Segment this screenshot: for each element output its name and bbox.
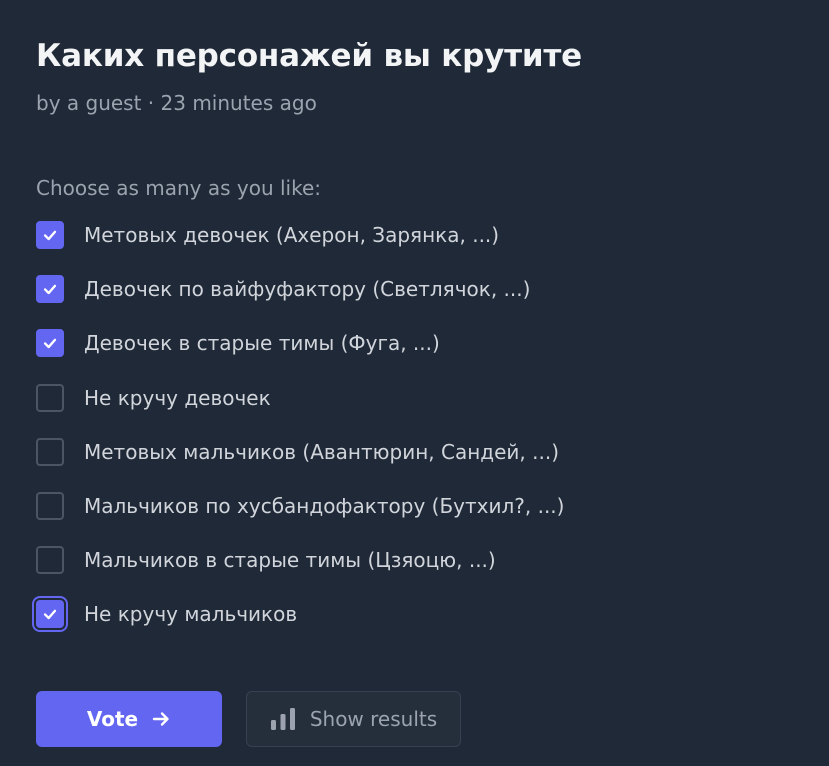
option-checkbox[interactable]	[36, 275, 64, 304]
arrow-right-icon	[152, 712, 169, 726]
option-checkbox[interactable]	[36, 546, 64, 575]
poll-option[interactable]: Метовых мальчиков (Авантюрин, Сандей, ..…	[36, 425, 796, 479]
checkmark-icon	[43, 284, 57, 295]
show-results-button[interactable]: Show results	[246, 691, 461, 747]
vote-button-label: Vote	[86, 707, 139, 731]
option-checkbox[interactable]	[36, 329, 64, 358]
poll-option[interactable]: Мальчиков в старые тимы (Цзяоцю, ...)	[36, 533, 796, 587]
option-label: Мальчиков в старые тимы (Цзяоцю, ...)	[84, 548, 496, 573]
option-checkbox[interactable]	[36, 600, 64, 629]
option-label: Мальчиков по хусбандофактору (Бутхил?, .…	[84, 494, 565, 519]
bar-chart-icon	[270, 708, 295, 730]
option-checkbox[interactable]	[36, 437, 64, 466]
option-label: Не кручу мальчиков	[84, 602, 298, 627]
poll-card: Каких персонажей вы крутите by a guest ·…	[36, 36, 796, 747]
vote-button[interactable]: Vote	[36, 691, 222, 747]
option-label: Не кручу девочек	[84, 385, 271, 410]
option-checkbox[interactable]	[36, 492, 64, 521]
option-label: Девочек по вайфуфактору (Светлячок, ...)	[84, 277, 531, 302]
show-results-label: Show results	[309, 707, 438, 731]
checkmark-icon	[43, 230, 57, 241]
poll-option[interactable]: Девочек в старые тимы (Фуга, ...)	[36, 316, 796, 370]
checkmark-icon	[43, 339, 57, 349]
poll-option[interactable]: Мальчиков по хусбандофактору (Бутхил?, .…	[36, 479, 796, 533]
checkmark-icon	[43, 610, 57, 620]
option-checkbox[interactable]	[36, 221, 64, 250]
poll-options-list: Метовых девочек (Ахерон, Зарянка, ...) Д…	[36, 208, 796, 642]
poll-instructions: Choose as many as you like:	[36, 176, 321, 200]
poll-option[interactable]: Не кручу девочек	[36, 371, 796, 425]
poll-option[interactable]: Метовых девочек (Ахерон, Зарянка, ...)	[36, 208, 796, 262]
option-label: Девочек в старые тимы (Фуга, ...)	[84, 331, 440, 356]
option-label: Метовых девочек (Ахерон, Зарянка, ...)	[84, 223, 500, 248]
poll-option[interactable]: Девочек по вайфуфактору (Светлячок, ...)	[36, 262, 796, 316]
option-checkbox[interactable]	[36, 383, 64, 412]
option-label: Метовых мальчиков (Авантюрин, Сандей, ..…	[84, 439, 559, 464]
poll-actions: Vote Show results	[36, 691, 461, 747]
poll-title: Каких персонажей вы крутите	[36, 38, 583, 74]
poll-meta: by a guest · 23 minutes ago	[36, 91, 317, 115]
poll-option[interactable]: Не кручу мальчиков	[36, 587, 796, 641]
